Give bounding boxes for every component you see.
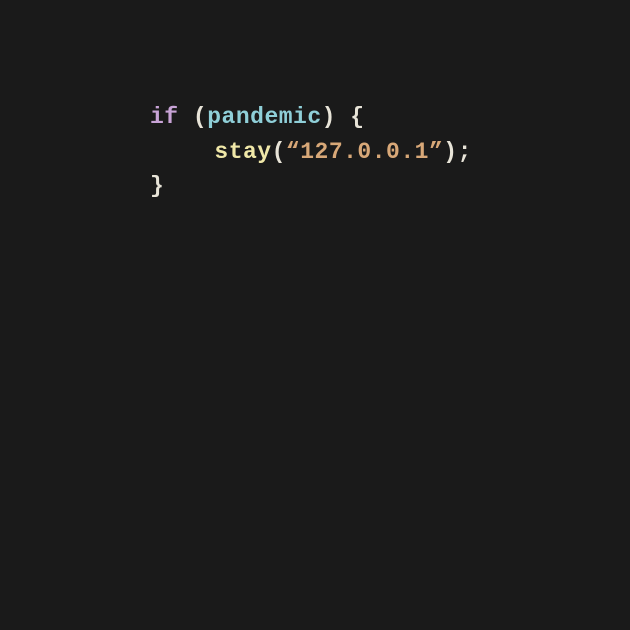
code-snippet: if (pandemic) { stay(“127.0.0.1”); }	[150, 100, 472, 204]
close-brace: }	[150, 173, 164, 199]
close-paren: )	[322, 104, 336, 130]
close-paren-inner: )	[443, 139, 457, 165]
keyword-if: if	[150, 104, 179, 130]
code-line-2: stay(“127.0.0.1”);	[150, 135, 472, 170]
code-line-3: }	[150, 169, 472, 204]
condition-variable: pandemic	[207, 104, 321, 130]
string-literal: “127.0.0.1”	[286, 139, 443, 165]
semicolon: ;	[458, 139, 472, 165]
open-paren: (	[193, 104, 207, 130]
open-brace: {	[350, 104, 364, 130]
open-paren-inner: (	[272, 139, 286, 165]
code-line-1: if (pandemic) {	[150, 100, 472, 135]
function-call: stay	[214, 139, 271, 165]
